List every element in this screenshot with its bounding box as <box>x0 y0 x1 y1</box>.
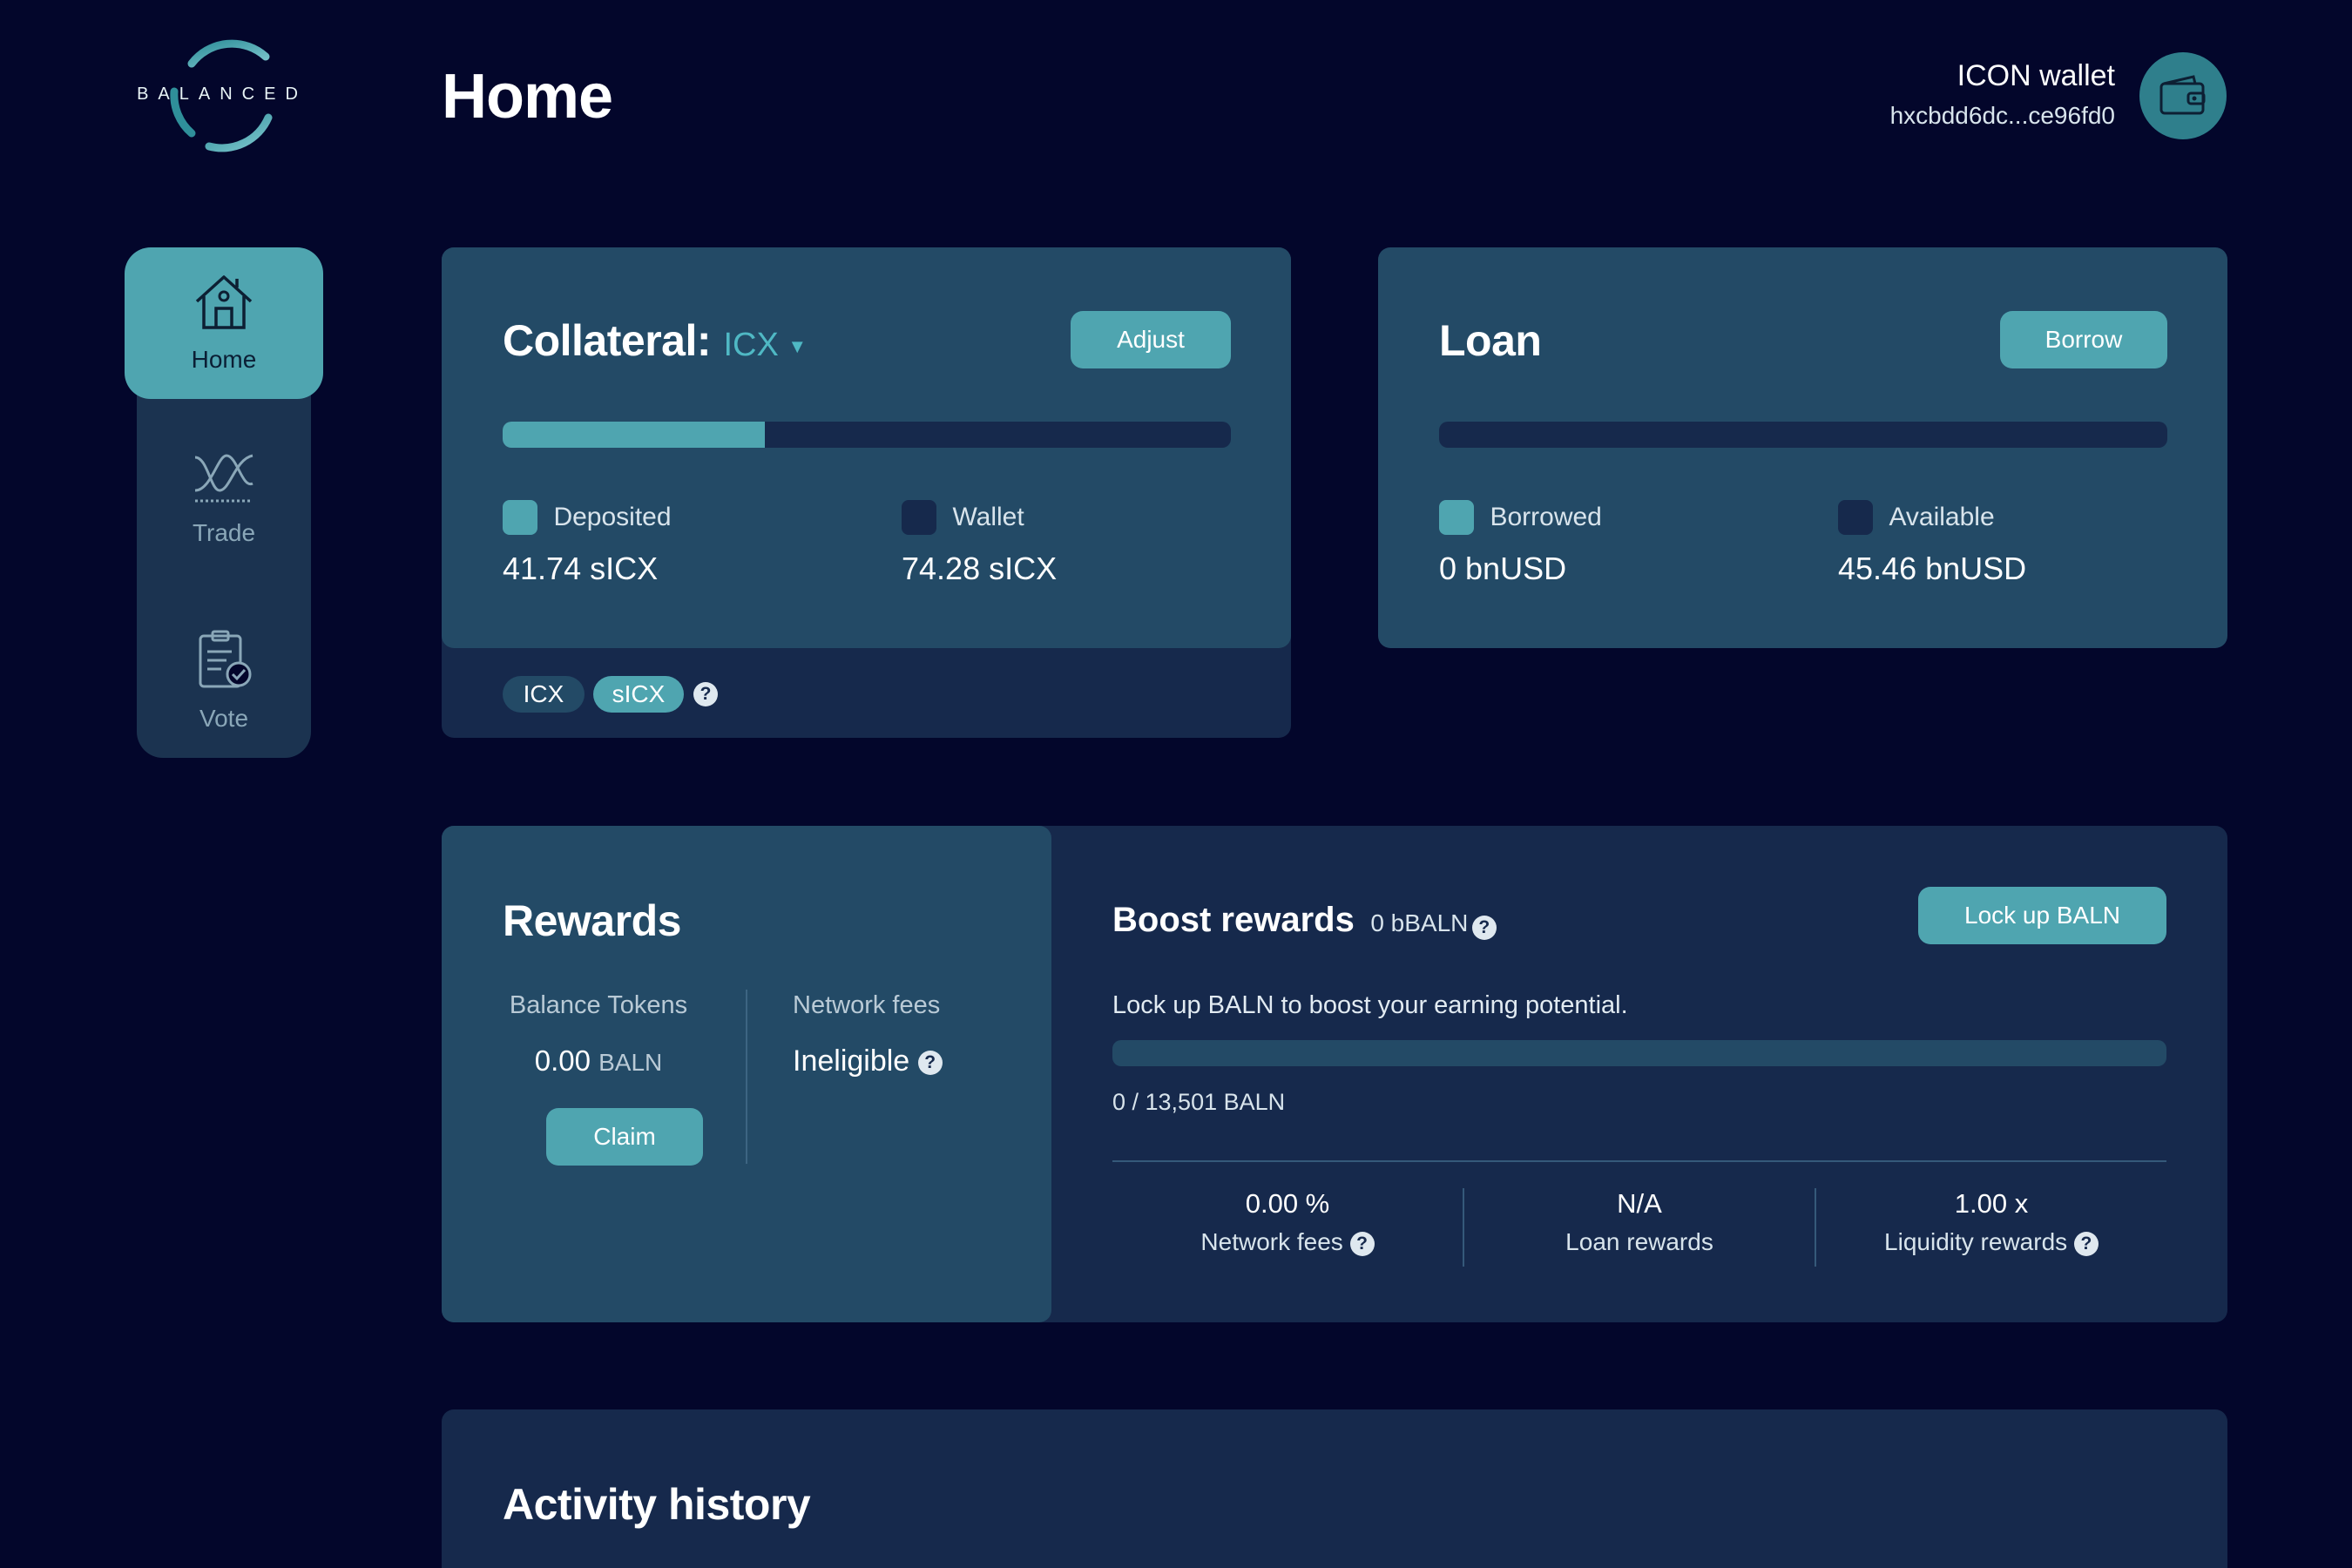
adjust-button[interactable]: Adjust <box>1071 311 1231 368</box>
wallet-value: 74.28 sICX <box>902 551 1058 586</box>
boost-stat-value: N/A <box>1617 1188 1662 1219</box>
wallet-legend: Wallet 74.28 sICX <box>902 500 1057 587</box>
collateral-progress-fill <box>503 422 765 448</box>
borrowed-legend: Borrowed 0 bnUSD <box>1439 500 1602 587</box>
boost-stats: 0.00 % Network fees ? N/A Loan rewards 1… <box>1112 1188 2166 1267</box>
deposited-label: Deposited <box>553 503 672 531</box>
borrowed-value: 0 bnUSD <box>1439 551 1567 586</box>
boost-heading: Boost rewards 0 bBALN ? <box>1112 901 1497 940</box>
boost-title: Boost rewards <box>1112 901 1355 939</box>
boost-stat-label: Liquidity rewards <box>1884 1228 2068 1255</box>
activity-history-title: Activity history <box>503 1480 811 1529</box>
boost-stat-value: 1.00 x <box>1954 1188 2029 1219</box>
sidebar-item-label: Home <box>191 346 257 373</box>
wallet-swatch <box>902 500 936 535</box>
balanced-logo[interactable]: BALANCED <box>135 30 309 161</box>
boost-stat-label: Network fees <box>1200 1228 1343 1255</box>
help-icon[interactable]: ? <box>917 1051 943 1076</box>
wallet-label: Wallet <box>952 503 1024 531</box>
network-fees-label: Network fees <box>793 991 941 1019</box>
sidebar-item-trade[interactable]: Trade <box>125 449 323 547</box>
sidebar-item-label: Trade <box>192 519 256 546</box>
logo-text: BALANCED <box>137 84 308 104</box>
available-swatch <box>1838 500 1873 535</box>
collateral-card: Collateral: ICX ▼ Adjust Deposited 41.74… <box>442 247 1291 648</box>
balance-tokens-value: 0.00 BALN <box>494 1044 703 1078</box>
claim-button[interactable]: Claim <box>546 1108 703 1166</box>
boost-progress-text: 0 / 13,501 BALN <box>1112 1089 1286 1115</box>
borrowed-label: Borrowed <box>1490 503 1602 531</box>
wallet-name: ICON wallet <box>1957 59 2115 92</box>
boost-stat-liquidity-rewards: 1.00 x Liquidity rewards ? <box>1816 1188 2166 1267</box>
collateral-progress-bar <box>503 422 1231 448</box>
borrowed-swatch <box>1439 500 1474 535</box>
lock-up-baln-button[interactable]: Lock up BALN <box>1918 887 2166 944</box>
deposited-value: 41.74 sICX <box>503 551 659 586</box>
available-label: Available <box>1889 503 1995 531</box>
sidebar-item-label: Vote <box>199 705 249 732</box>
balance-tokens-amount: 0.00 <box>534 1044 591 1077</box>
rewards-card: Rewards Balance Tokens 0.00 BALN Claim N… <box>442 826 1051 1322</box>
boost-description: Lock up BALN to boost your earning poten… <box>1112 991 1628 1019</box>
loan-title: Loan <box>1439 316 1542 365</box>
boost-separator <box>1112 1160 2166 1162</box>
borrow-button[interactable]: Borrow <box>2000 311 2167 368</box>
boost-progress-bar <box>1112 1040 2166 1066</box>
boost-stat-caption: Liquidity rewards ? <box>1816 1228 2166 1256</box>
sidebar-item-vote[interactable]: Vote <box>125 629 323 733</box>
balance-tokens-label: Balance Tokens <box>509 991 688 1019</box>
available-legend: Available 45.46 bnUSD <box>1838 500 2026 587</box>
collateral-asset: ICX <box>723 327 779 363</box>
boost-stat-loan-rewards: N/A Loan rewards <box>1464 1188 1815 1267</box>
wallet-address[interactable]: hxcbdd6dc...ce96fd0 <box>1890 102 2115 130</box>
chevron-down-icon: ▼ <box>787 335 808 357</box>
help-icon[interactable]: ? <box>1471 915 1497 940</box>
vote-icon <box>199 630 252 688</box>
page-title: Home <box>442 62 613 132</box>
rewards-title: Rewards <box>503 896 681 945</box>
rewards-divider <box>746 990 747 1164</box>
wallet-button[interactable] <box>2139 52 2227 139</box>
home-icon <box>195 275 253 329</box>
wallet-icon <box>2159 75 2206 115</box>
collateral-heading: Collateral: ICX ▼ <box>503 315 807 366</box>
boost-stat-network-fees: 0.00 % Network fees ? <box>1112 1188 1463 1267</box>
loan-progress-bar <box>1439 422 2167 448</box>
collateral-title: Collateral: <box>503 316 712 365</box>
boost-stat-label: Loan rewards <box>1565 1228 1713 1255</box>
help-icon[interactable]: ? <box>2073 1231 2099 1256</box>
boost-stat-caption: Network fees ? <box>1112 1228 1463 1256</box>
sidebar-item-home[interactable]: Home <box>125 247 323 399</box>
network-fees-column: Network fees Ineligible ? <box>793 991 943 1078</box>
trade-icon <box>194 454 253 503</box>
network-fees-value: Ineligible <box>793 1044 910 1078</box>
bbaln-value: 0 bBALN <box>1370 909 1469 936</box>
help-icon[interactable]: ? <box>1349 1231 1375 1256</box>
help-icon[interactable]: ? <box>693 682 718 706</box>
balance-tokens-column: Balance Tokens 0.00 BALN <box>494 991 703 1078</box>
available-value: 45.46 bnUSD <box>1838 551 2027 586</box>
deposited-swatch <box>503 500 537 535</box>
boost-stat-value: 0.00 % <box>1245 1188 1330 1219</box>
deposited-legend: Deposited 41.74 sICX <box>503 500 672 587</box>
network-fees-status: Ineligible ? <box>793 1044 943 1078</box>
toggle-icx[interactable]: ICX <box>503 676 585 713</box>
toggle-sicx[interactable]: sICX <box>593 676 684 713</box>
balance-tokens-unit: BALN <box>598 1049 663 1076</box>
loan-card: Loan Borrow Borrowed 0 bnUSD Available 4… <box>1378 247 2227 648</box>
activity-history-card: Activity history <box>442 1409 2227 1568</box>
collateral-asset-selector[interactable]: ICX ▼ <box>723 327 807 363</box>
